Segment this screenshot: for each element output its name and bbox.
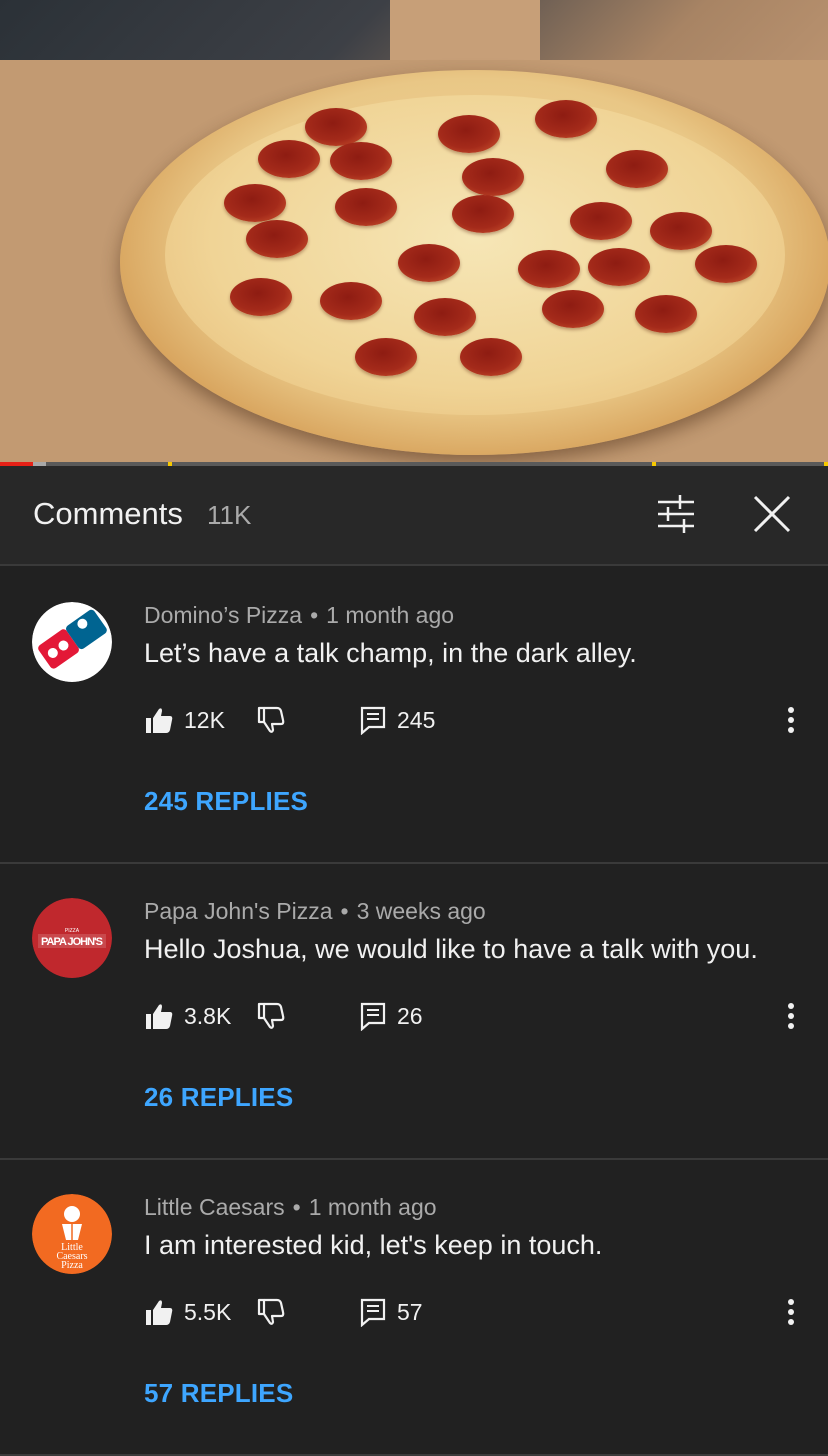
avatar[interactable]: Domino's Pizza	[32, 602, 112, 682]
view-replies-link[interactable]: 57 REPLIES	[144, 1378, 293, 1409]
comments-count: 11K	[207, 500, 252, 530]
separator-dot: •	[292, 1194, 301, 1220]
comment-time: 1 month ago	[308, 1194, 437, 1220]
comment-author[interactable]: Little Caesars	[144, 1194, 285, 1220]
comment-meta: Papa John's Pizza • 3 weeks ago	[144, 898, 486, 925]
comment-time: 1 month ago	[326, 602, 455, 628]
reply-button[interactable]: 245	[359, 702, 435, 738]
comment-meta: Little Caesars • 1 month ago	[144, 1194, 437, 1221]
comments-header: Comments 11K	[0, 466, 828, 566]
comment-text: Let’s have a talk champ, in the dark all…	[144, 638, 637, 668]
more-vert-icon	[788, 1299, 794, 1325]
like-count: 3.8K	[184, 1002, 232, 1029]
like-button[interactable]: 12K	[144, 702, 225, 738]
comment-actions: 12K 245	[144, 702, 814, 738]
reply-count: 26	[397, 1002, 423, 1029]
reply-button[interactable]: 26	[359, 998, 423, 1034]
dislike-button[interactable]	[256, 702, 286, 738]
like-count: 12K	[184, 706, 225, 733]
avatar[interactable]: Little Caesars Pizza	[32, 1194, 112, 1274]
thumbs-down-icon	[257, 1298, 285, 1325]
more-options-button[interactable]	[776, 702, 806, 738]
video-player[interactable]	[0, 0, 828, 462]
close-icon	[753, 495, 791, 533]
like-button[interactable]: 3.8K	[144, 998, 231, 1034]
papa-johns-logo-icon: PIZZA PAPA JOHN'S	[32, 898, 112, 978]
sort-button[interactable]	[650, 490, 702, 538]
thumbs-up-icon	[146, 1300, 173, 1325]
more-vert-icon	[788, 707, 794, 733]
reply-count: 245	[397, 706, 436, 733]
comments-title: Comments	[33, 496, 183, 531]
view-replies-link[interactable]: 26 REPLIES	[144, 1082, 293, 1113]
little-caesars-logo-icon: Little Caesars Pizza	[32, 1194, 112, 1274]
more-options-button[interactable]	[776, 998, 806, 1034]
avatar-text: PIZZA	[65, 928, 80, 934]
comment-reply-icon	[360, 1002, 386, 1031]
comment-meta: Domino’s Pizza • 1 month ago	[144, 602, 454, 629]
avatar-text: Pizza	[61, 1260, 83, 1271]
comment-time: 3 weeks ago	[356, 898, 486, 924]
avatar[interactable]: PIZZA PAPA JOHN'S	[32, 898, 112, 978]
comment-author[interactable]: Papa John's Pizza	[144, 898, 333, 924]
reply-button[interactable]: 57	[359, 1294, 423, 1330]
dislike-button[interactable]	[256, 1294, 286, 1330]
comment-reply-icon	[360, 1298, 386, 1327]
avatar-text: PAPA JOHN'S	[41, 936, 103, 948]
comment-item: PIZZA PAPA JOHN'S Papa John's Pizza • 3 we…	[0, 864, 828, 1160]
comment-item: Domino's Pizza Domino’s Pizza • 1 month ag…	[0, 568, 828, 864]
comment-text: I am interested kid, let's keep in touch…	[144, 1230, 603, 1260]
more-vert-icon	[788, 1003, 794, 1029]
close-button[interactable]	[748, 490, 796, 538]
comment-reply-icon	[360, 706, 386, 735]
separator-dot: •	[310, 602, 319, 628]
separator-dot: •	[340, 898, 349, 924]
thumbs-up-icon	[146, 708, 173, 733]
comment-item: Little Caesars Pizza Little Caesars • 1 mo…	[0, 1160, 828, 1456]
like-button[interactable]: 5.5K	[144, 1294, 231, 1330]
dislike-button[interactable]	[256, 998, 286, 1034]
comment-actions: 3.8K 26	[144, 998, 814, 1034]
dominos-logo-icon: Domino's Pizza	[32, 602, 112, 682]
thumbs-down-icon	[257, 706, 285, 733]
comment-actions: 5.5K 57	[144, 1294, 814, 1330]
comment-text: Hello Joshua, we would like to have a ta…	[144, 934, 758, 964]
thumbs-up-icon	[146, 1004, 173, 1029]
more-options-button[interactable]	[776, 1294, 806, 1330]
view-replies-link[interactable]: 245 REPLIES	[144, 786, 308, 817]
thumbs-down-icon	[257, 1002, 285, 1029]
like-count: 5.5K	[184, 1298, 232, 1325]
comment-author[interactable]: Domino’s Pizza	[144, 602, 302, 628]
sort-sliders-icon	[658, 495, 694, 533]
reply-count: 57	[397, 1298, 423, 1325]
